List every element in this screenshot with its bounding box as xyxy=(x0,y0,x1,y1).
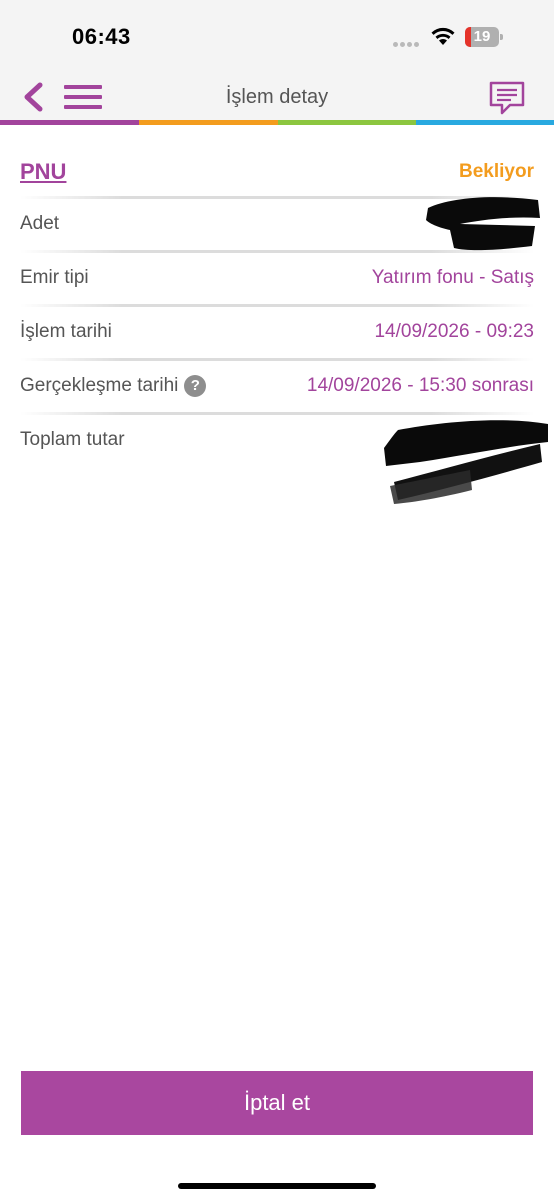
rainbow-segment-purple xyxy=(0,120,139,125)
rainbow-divider xyxy=(0,120,554,125)
redaction-mark-total xyxy=(384,420,548,504)
menu-button[interactable] xyxy=(64,85,104,111)
status-bar: 06:43 19 xyxy=(0,0,554,76)
status-time: 06:43 xyxy=(72,24,131,49)
battery-level: 19 xyxy=(473,28,491,45)
chevron-left-icon xyxy=(24,82,43,112)
order-type-value: Yatırım fonu - Satış xyxy=(371,267,534,288)
cellular-signal-icon xyxy=(393,34,423,47)
transaction-date-value: 14/09/2026 - 09:23 xyxy=(374,321,534,342)
detail-row-transaction-date: İşlem tarihi 14/09/2026 - 09:23 xyxy=(20,307,534,361)
back-button[interactable] xyxy=(20,82,48,112)
quantity-label: Adet xyxy=(20,213,60,234)
status-badge: Bekliyor xyxy=(459,161,534,182)
home-indicator xyxy=(178,1183,376,1189)
app-header: İşlem detay xyxy=(0,76,554,120)
total-amount-label: Toplam tutar xyxy=(20,429,125,450)
rainbow-segment-blue xyxy=(416,120,554,125)
transaction-date-label: İşlem tarihi xyxy=(20,321,112,342)
battery-icon: 19 xyxy=(465,27,503,47)
rainbow-segment-green xyxy=(278,120,416,125)
chat-bubble-icon xyxy=(489,81,525,115)
rainbow-segment-orange xyxy=(139,120,278,125)
fund-code-link[interactable]: PNU xyxy=(20,159,66,185)
settlement-date-label: Gerçekleşme tarihi xyxy=(20,375,179,396)
redaction-mark-quantity xyxy=(426,197,540,251)
chat-button[interactable] xyxy=(488,80,526,116)
help-icon[interactable]: ? xyxy=(184,375,207,397)
order-type-label: Emir tipi xyxy=(20,267,89,288)
settlement-date-value: 14/09/2026 - 15:30 sonrası xyxy=(306,375,534,396)
wifi-icon xyxy=(431,27,455,45)
settlement-date-label-wrap: Gerçekleşme tarihi? xyxy=(20,375,207,397)
detail-row-order-type: Emir tipi Yatırım fonu - Satış xyxy=(20,253,534,307)
cancel-order-button[interactable]: İptal et xyxy=(21,1071,533,1135)
